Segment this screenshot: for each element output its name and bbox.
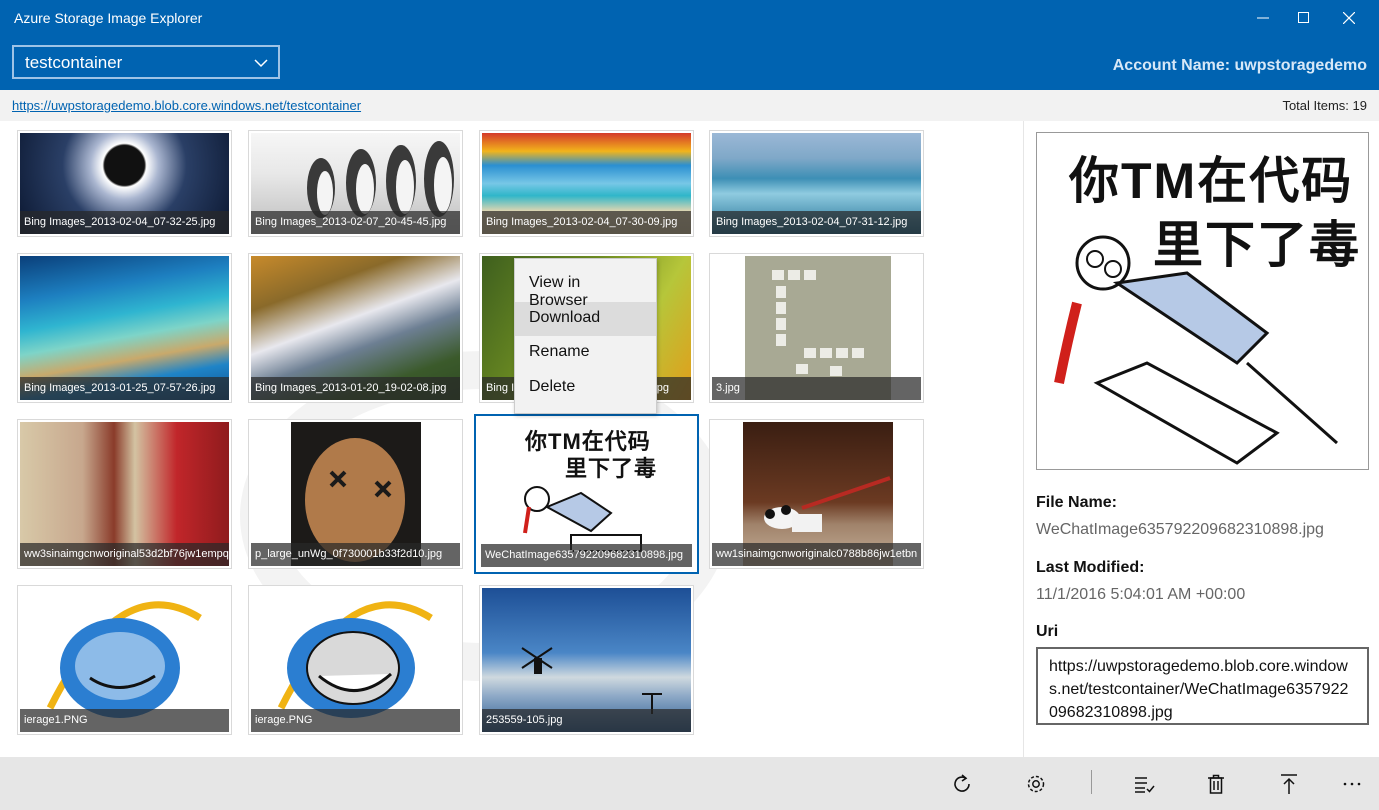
details-pane: 你TM在代码 里下了毒 File Name: WeChatImage635792…	[1023, 121, 1379, 757]
image-tile-selected[interactable]: 你TM在代码 里下了毒 WeChatImage63579220968231089…	[474, 414, 699, 574]
url-bar: https://uwpstoragedemo.blob.core.windows…	[0, 90, 1379, 121]
delete-button[interactable]	[1201, 769, 1231, 799]
tile-caption: WeChatImage635792209682310898.jpg	[481, 544, 692, 567]
upload-button[interactable]	[1274, 769, 1304, 799]
command-separator	[1091, 770, 1092, 794]
image-grid: Bing Images_2013-02-04_07-32-25.jpg Bing…	[0, 121, 1023, 757]
more-button[interactable]	[1337, 769, 1367, 799]
image-tile[interactable]: ierage1.PNG	[17, 585, 232, 735]
maximize-button[interactable]	[1281, 0, 1327, 36]
last-modified-label: Last Modified:	[1036, 559, 1145, 576]
tile-caption: Bing Images_2013-01-25_07-57-26.jpg	[20, 377, 229, 400]
file-name-label: File Name:	[1036, 494, 1117, 511]
uri-field[interactable]: https://uwpstoragedemo.blob.core.windows…	[1036, 647, 1369, 725]
image-tile[interactable]: ww3sinaimgcnworiginal53d2bf76jw1empq	[17, 419, 232, 569]
image-tile[interactable]: Bing Images_2013-01-20_19-02-08.jpg	[248, 253, 463, 403]
refresh-icon	[954, 774, 970, 792]
more-icon	[1343, 782, 1361, 786]
image-tile[interactable]: 253559-105.jpg	[479, 585, 694, 735]
tile-caption: 3.jpg	[712, 377, 921, 400]
menu-item-delete[interactable]: Delete	[515, 371, 656, 406]
tile-caption: ierage.PNG	[251, 709, 460, 732]
tile-caption: Bing Images_2013-02-04_07-31-12.jpg	[712, 211, 921, 234]
container-url-link[interactable]: https://uwpstoragedemo.blob.core.windows…	[12, 98, 361, 113]
tile-caption: Bing Images_2013-02-04_07-32-25.jpg	[20, 211, 229, 234]
minimize-button[interactable]	[1240, 0, 1286, 36]
file-name-value: WeChatImage635792209682310898.jpg	[1036, 521, 1324, 538]
close-button[interactable]	[1326, 0, 1372, 36]
image-tile[interactable]: 3.jpg	[709, 253, 924, 403]
image-tile[interactable]: Bing Images_2013-01-25_07-57-26.jpg	[17, 253, 232, 403]
uri-label: Uri	[1036, 623, 1059, 640]
preview-figure	[1054, 235, 1338, 465]
menu-item-view-in-browser[interactable]: View in Browser	[515, 267, 656, 309]
tile-caption: p_large_unWg_0f730001b33f2d10.jpg	[251, 543, 460, 566]
tile-caption: ierage1.PNG	[20, 709, 229, 732]
container-dropdown-value: testcontainer	[25, 53, 123, 72]
menu-item-rename[interactable]: Rename	[515, 336, 656, 371]
image-tile[interactable]: Bing Images_2013-02-04_07-30-09.jpg	[479, 130, 694, 237]
command-bar	[0, 757, 1379, 810]
image-preview: 你TM在代码 里下了毒	[1036, 132, 1369, 470]
image-tile[interactable]: ierage.PNG	[248, 585, 463, 735]
app-header: testcontainer Account Name: uwpstoragede…	[0, 36, 1379, 90]
container-dropdown[interactable]: testcontainer	[12, 45, 280, 79]
tile-caption: Bing Images_2013-02-04_07-30-09.jpg	[482, 211, 691, 234]
image-tile[interactable]: p_large_unWg_0f730001b33f2d10.jpg	[248, 419, 463, 569]
select-button[interactable]	[1129, 769, 1159, 799]
refresh-button[interactable]	[947, 769, 977, 799]
delete-icon	[1208, 774, 1224, 794]
chevron-down-icon	[254, 59, 268, 68]
tile-caption: Bing Images_2013-02-07_20-45-45.jpg	[251, 211, 460, 234]
last-modified-value: 11/1/2016 5:04:01 AM +00:00	[1036, 586, 1246, 603]
image-tile[interactable]: Bing Images_2013-02-04_07-31-12.jpg	[709, 130, 924, 237]
select-icon	[1135, 777, 1155, 793]
settings-button[interactable]	[1021, 769, 1051, 799]
title-bar: Azure Storage Image Explorer	[0, 0, 1379, 36]
tile-caption: ww3sinaimgcnworiginal53d2bf76jw1empq	[20, 543, 229, 566]
tile-caption: ww1sinaimgcnworiginalc0788b86jw1etbn	[712, 543, 921, 566]
close-icon	[1343, 12, 1355, 24]
image-tile[interactable]: ww1sinaimgcnworiginalc0788b86jw1etbn	[709, 419, 924, 569]
account-name: Account Name: uwpstoragedemo	[1112, 57, 1367, 74]
minimize-icon	[1257, 17, 1269, 19]
settings-icon	[1027, 775, 1045, 793]
upload-icon	[1281, 774, 1297, 794]
total-items: Total Items: 19	[1282, 98, 1367, 113]
maximize-icon	[1298, 12, 1309, 23]
image-tile[interactable]: Bing Images_2013-02-07_20-45-45.jpg	[248, 130, 463, 237]
tile-caption: 253559-105.jpg	[482, 709, 691, 732]
context-menu: View in Browser Download Rename Delete	[514, 258, 657, 414]
image-tile[interactable]: Bing Images_2013-02-04_07-32-25.jpg	[17, 130, 232, 237]
tile-caption: Bing Images_2013-01-20_19-02-08.jpg	[251, 377, 460, 400]
window-title: Azure Storage Image Explorer	[14, 10, 203, 26]
